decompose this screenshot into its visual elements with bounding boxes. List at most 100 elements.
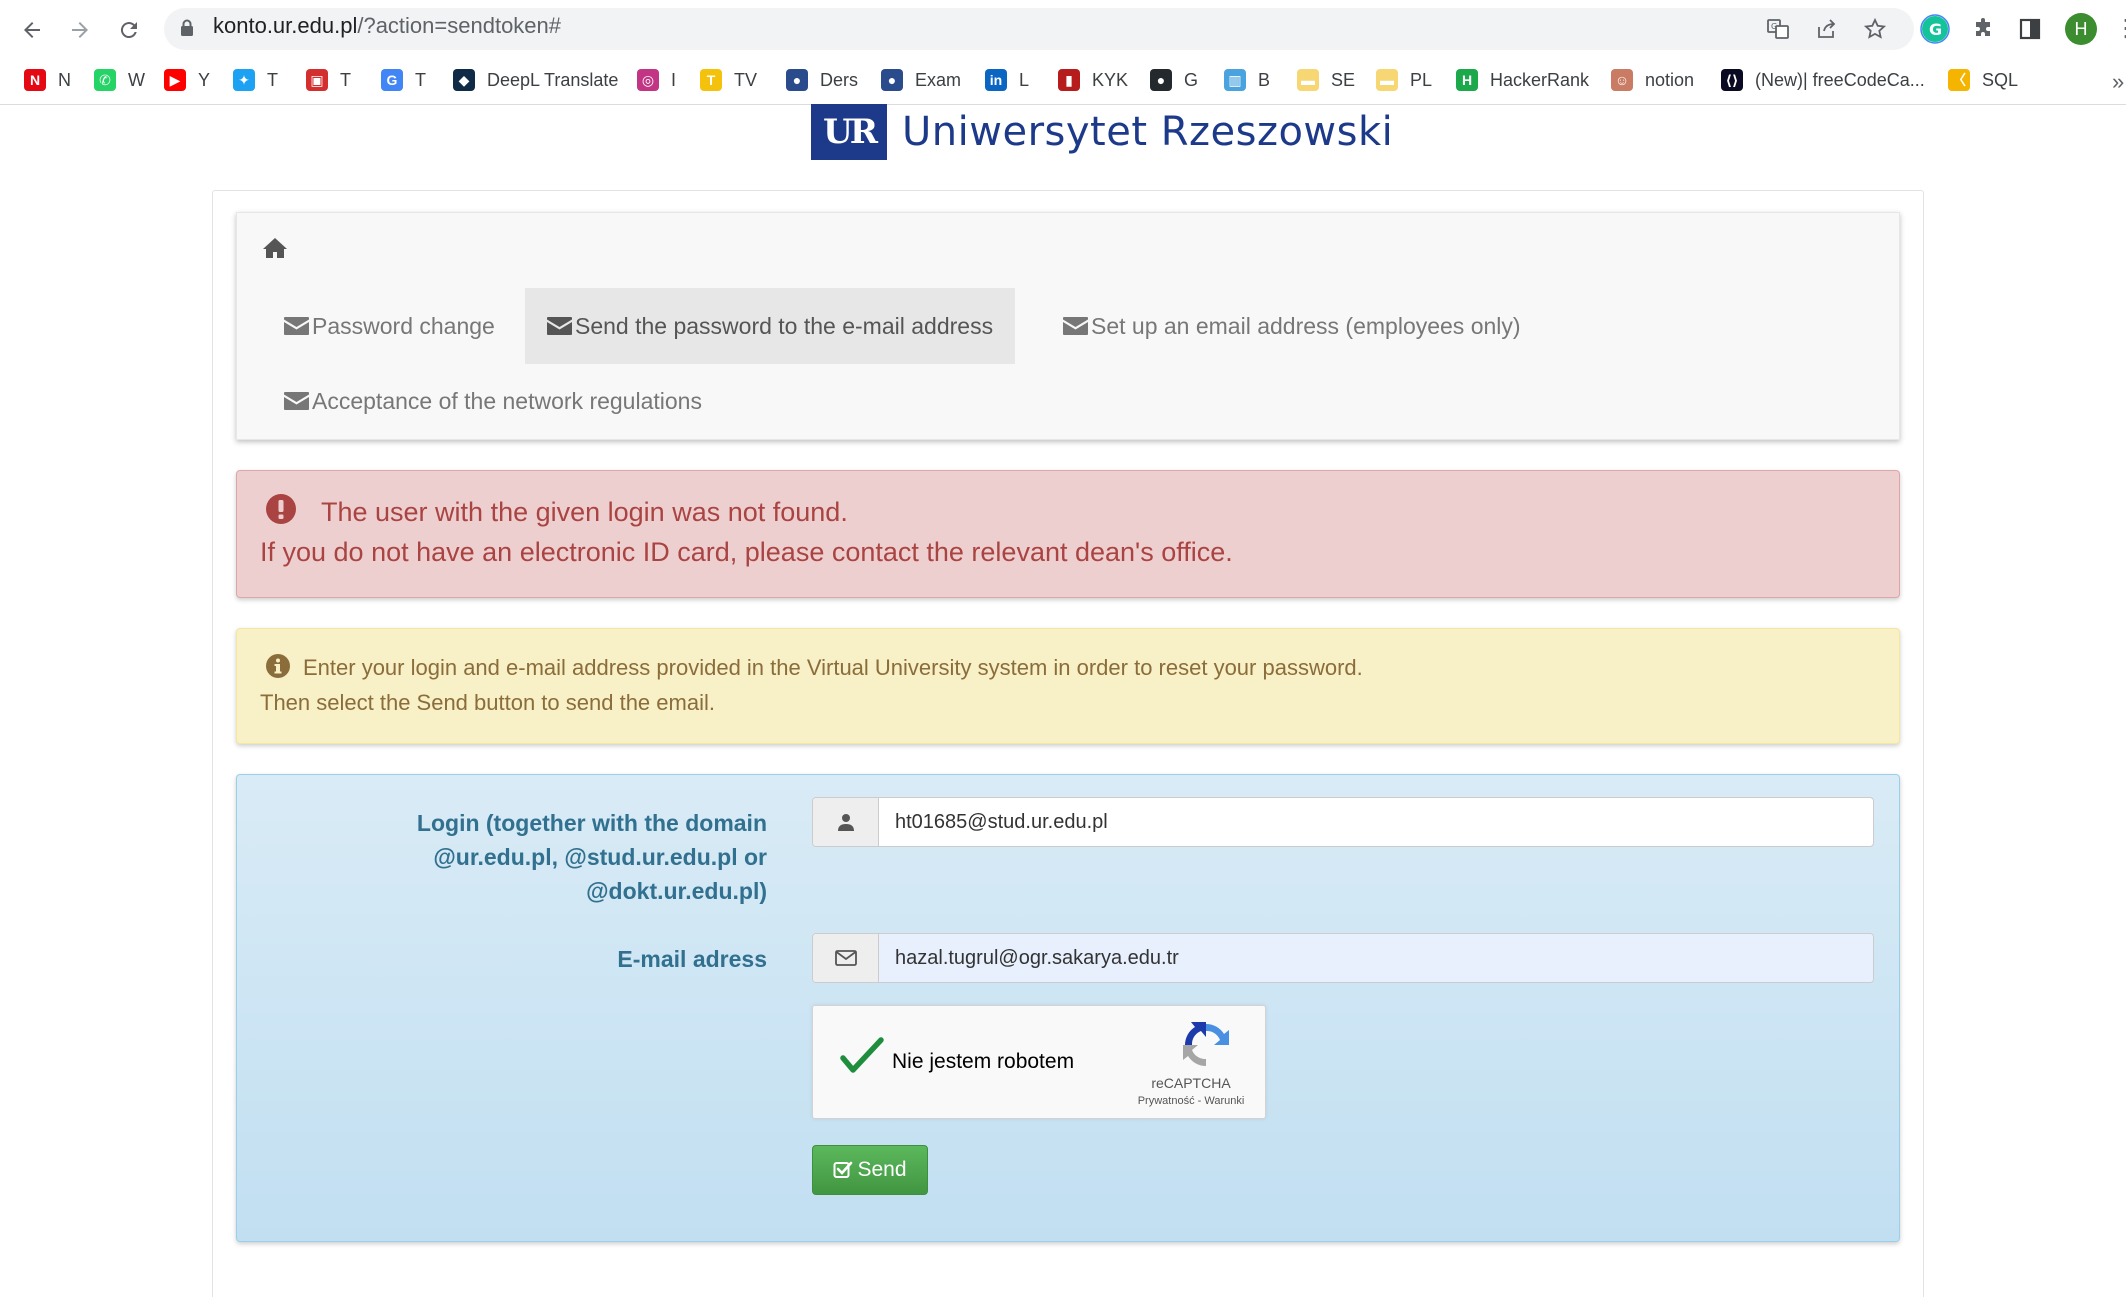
bookmark-star-icon[interactable] [1860, 14, 1890, 44]
arrow-left-icon [24, 22, 40, 38]
extensions-puzzle-icon[interactable] [1966, 12, 2000, 46]
recaptcha-logo-icon [1183, 1022, 1229, 1067]
bookmark-label: (New)| freeCodeCa... [1755, 69, 1925, 90]
bookmark-label: L [1019, 69, 1030, 90]
tab-label: Set up an email address (employees only) [1091, 312, 1521, 339]
browser-toolbar: konto.ur.edu.pl/?action=sendtoken# G G H… [0, 0, 2126, 57]
envelope-icon [1063, 317, 1088, 335]
bookmark-item[interactable]: ▬ PL [1376, 65, 1432, 95]
svg-text:G: G [1929, 20, 1942, 39]
bookmark-label: DeepL Translate [487, 69, 619, 90]
bookmark-item[interactable]: T TV [700, 65, 757, 95]
folder-icon: ▬ [1376, 69, 1398, 91]
recaptcha-links[interactable]: Prywatność - Warunki [1119, 1095, 1263, 1107]
google-translate-icon: G [381, 69, 403, 91]
home-icon[interactable] [262, 236, 288, 260]
recaptcha-widget: Nie jestem robotem reCAPTCHA Prywatność … [812, 1005, 1266, 1119]
profile-avatar[interactable]: H [2065, 13, 2097, 45]
reload-button[interactable] [111, 12, 147, 48]
bookmark-item[interactable]: ◆ DeepL Translate [453, 65, 618, 95]
bookmark-item[interactable]: ▥ B [1224, 65, 1270, 95]
notion-avatar-icon: ☺ [1611, 69, 1633, 91]
tab-network-regulations[interactable]: Acceptance of the network regulations [262, 363, 724, 439]
tab-setup-email-address[interactable]: Set up an email address (employees only) [1041, 288, 1543, 364]
bookmark-item[interactable]: in L [985, 65, 1029, 95]
bookmark-item[interactable]: ▣ T [306, 65, 351, 95]
bookmark-item[interactable]: GT [381, 65, 426, 95]
check-square-icon [833, 1161, 853, 1178]
tab-label: Password change [312, 312, 495, 339]
bookmark-item[interactable]: ▮ KYK [1058, 65, 1128, 95]
bookmark-item[interactable]: ✦ T [233, 65, 278, 95]
linkedin-icon: in [985, 69, 1007, 91]
trello-icon: ▣ [306, 69, 328, 91]
bookmark-item[interactable]: H HackerRank [1456, 65, 1589, 95]
bookmark-label: T [267, 69, 278, 90]
translate-page-icon[interactable]: G [1763, 14, 1793, 44]
tv-icon: T [700, 69, 722, 91]
globe-icon: ● [786, 69, 808, 91]
bookmark-item[interactable]: ● G [1150, 65, 1198, 95]
url-host: konto.ur.edu.pl [213, 13, 358, 38]
bookmark-b-icon: ▥ [1224, 69, 1246, 91]
freecodecamp-icon: ⟨⟩ [1721, 69, 1743, 91]
arrow-right-icon [72, 22, 88, 38]
globe-icon: ● [881, 69, 903, 91]
bookmark-item[interactable]: ✆ W [94, 65, 145, 95]
bookmark-label: SQL [1982, 69, 2019, 90]
bookmark-label: TV [734, 69, 758, 90]
url-text[interactable]: konto.ur.edu.pl/?action=sendtoken# [213, 13, 561, 39]
info-message: Enter your login and e-mail address prov… [303, 655, 1363, 680]
bookmark-item[interactable]: ● Exam [881, 65, 961, 95]
envelope-icon [547, 317, 572, 335]
send-button[interactable]: Send [812, 1145, 928, 1195]
grammarly-extension-icon[interactable]: G [1918, 12, 1952, 46]
logo-text: Uniwersytet Rzeszowski [902, 109, 1394, 155]
bookmark-label: PL [1410, 69, 1433, 90]
bookmark-item[interactable]: 〈 SQL [1948, 65, 2018, 95]
bookmark-label: T [340, 69, 351, 90]
bookmark-item[interactable]: ▶ Y [164, 65, 210, 95]
lock-icon [181, 19, 193, 36]
bookmark-label: N [58, 69, 71, 90]
error-detail: If you do not have an electronic ID card… [260, 537, 1233, 567]
info-circle-icon [266, 654, 290, 678]
hackerrank-icon: H [1456, 69, 1478, 91]
tab-send-password-email[interactable]: Send the password to the e-mail address [525, 288, 1016, 364]
bookmark-item[interactable]: ☺ notion [1611, 65, 1694, 95]
bookmark-label: HackerRank [1490, 69, 1590, 90]
back-button[interactable] [14, 12, 50, 48]
email-input[interactable] [879, 934, 1873, 982]
share-icon[interactable] [1812, 14, 1842, 44]
bookmark-label: Exam [915, 69, 962, 90]
bookmark-item[interactable]: ⟨⟩ (New)| freeCodeCa... [1721, 65, 1925, 95]
tab-password-change[interactable]: Password change [262, 288, 517, 364]
login-input[interactable] [879, 798, 1873, 846]
side-panel-icon[interactable] [2013, 12, 2047, 46]
reload-icon [120, 22, 137, 39]
exclamation-circle-icon [266, 494, 296, 524]
bookmark-label: Y [198, 69, 211, 90]
login-label: Login (together with the domain @ur.edu.… [417, 806, 767, 908]
bookmarks-overflow-icon[interactable]: » [2112, 69, 2124, 95]
bookmark-item[interactable]: ● Ders [786, 65, 858, 95]
login-label-line: @dokt.ur.edu.pl) [586, 878, 767, 904]
bookmark-label: SE [1331, 69, 1356, 90]
netflix-icon: N [24, 69, 46, 91]
bookmark-item[interactable]: NN [24, 65, 71, 95]
recaptcha-checkbox[interactable] [839, 1036, 885, 1076]
browser-menu-icon[interactable]: ⋮ [2114, 14, 2126, 44]
info-alert [236, 628, 1900, 744]
bookmark-label: Ders [820, 69, 859, 90]
bookmark-item[interactable]: ▬ SE [1297, 65, 1355, 95]
instagram-icon: ◎ [637, 69, 659, 91]
envelope-addon [813, 934, 879, 982]
email-input-group [812, 933, 1874, 983]
bookmark-item[interactable]: ◎ I [637, 65, 676, 95]
university-logo[interactable]: UR Uniwersytet Rzeszowski [811, 104, 1393, 160]
error-alert [236, 470, 1900, 598]
info-detail: Then select the Send button to send the … [260, 690, 715, 715]
bookmark-label: notion [1645, 69, 1695, 90]
forward-button[interactable] [62, 12, 98, 48]
whatsapp-icon: ✆ [94, 69, 116, 91]
